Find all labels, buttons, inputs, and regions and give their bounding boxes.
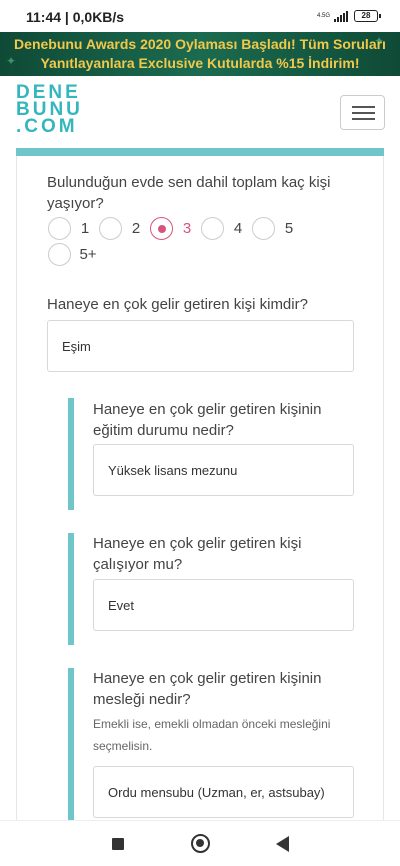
- question-earner-education: Haneye en çok gelir getiren kişinin eğit…: [93, 401, 322, 439]
- logo-line-3: .COM: [16, 116, 78, 137]
- earner-working-value: Evet: [108, 597, 135, 613]
- network-type: 4.5G: [316, 13, 330, 19]
- recent-apps-icon[interactable]: [112, 838, 124, 850]
- top-earner-select[interactable]: Eşim: [47, 320, 354, 372]
- radio-circle[interactable]: [48, 243, 71, 266]
- subquestion-accent-bar: [68, 398, 74, 510]
- earner-profession-value: Ordu mensubu (Uzman, er, astsubay): [108, 784, 325, 800]
- home-icon[interactable]: [191, 834, 210, 853]
- radio-option-5-plus[interactable]: 5+: [48, 243, 105, 266]
- question-top-earner: Haneye en çok gelir getiren kişi kimdir?: [47, 296, 308, 313]
- question-earner-profession: Haneye en çok gelir getiren kişinin mesl…: [93, 670, 322, 708]
- system-navigation-bar: [0, 820, 400, 866]
- top-earner-value: Eşim: [62, 338, 91, 354]
- radio-option-2[interactable]: 2: [99, 217, 150, 240]
- radio-circle[interactable]: [252, 217, 275, 240]
- radio-option-4[interactable]: 4: [201, 217, 252, 240]
- radio-circle[interactable]: [201, 217, 224, 240]
- survey-form: Bulunduğun evde sen dahil toplam kaç kiş…: [16, 156, 384, 820]
- earner-education-select[interactable]: Yüksek lisans mezunu: [93, 444, 354, 496]
- site-header: DENE BUNU .COM: [0, 76, 400, 148]
- hamburger-menu-icon: [352, 106, 375, 108]
- radio-circle[interactable]: [150, 217, 173, 240]
- profession-hint: Emekli ise, emekli olmadan önceki mesleğ…: [93, 717, 331, 753]
- signal-icon: [334, 10, 348, 22]
- survey-top-accent: [16, 148, 384, 156]
- subquestion-accent-bar: [68, 533, 74, 645]
- radio-circle[interactable]: [48, 217, 71, 240]
- promo-banner[interactable]: ✦ ✦ Denebunu Awards 2020 Oylaması Başlad…: [0, 32, 400, 76]
- household-options-row-1: 1 2 3 4 5: [48, 217, 303, 240]
- earner-working-select[interactable]: Evet: [93, 579, 354, 631]
- household-options-row-2: 5+: [48, 243, 105, 266]
- earner-profession-select[interactable]: Ordu mensubu (Uzman, er, astsubay): [93, 766, 354, 818]
- radio-option-5[interactable]: 5: [252, 217, 303, 240]
- subquestion-accent-bar: [68, 668, 74, 820]
- question-household-size: Bulunduğun evde sen dahil toplam kaç kiş…: [47, 174, 331, 212]
- question-earner-working: Haneye en çok gelir getiren kişi çalışıy…: [93, 535, 302, 573]
- site-logo[interactable]: DENE BUNU .COM: [16, 83, 83, 137]
- earner-education-value: Yüksek lisans mezunu: [108, 462, 238, 478]
- radio-circle[interactable]: [99, 217, 122, 240]
- status-bar: 11:44 | 0,0KB/s 4.5G 28: [0, 0, 400, 32]
- radio-option-1[interactable]: 1: [48, 217, 99, 240]
- promo-banner-line-1: Denebunu Awards 2020 Oylaması Başladı! T…: [14, 36, 386, 52]
- promo-banner-line-2: Yanıtlayanlara Exclusive Kutularda %15 İ…: [40, 55, 360, 71]
- back-icon[interactable]: [276, 836, 289, 852]
- radio-option-3-selected[interactable]: 3: [150, 217, 201, 240]
- battery-icon: 28: [354, 10, 381, 22]
- status-time-speed: 11:44 | 0,0KB/s: [26, 9, 125, 25]
- status-icons: 4.5G 28: [316, 10, 381, 22]
- hamburger-menu-button[interactable]: [340, 95, 385, 130]
